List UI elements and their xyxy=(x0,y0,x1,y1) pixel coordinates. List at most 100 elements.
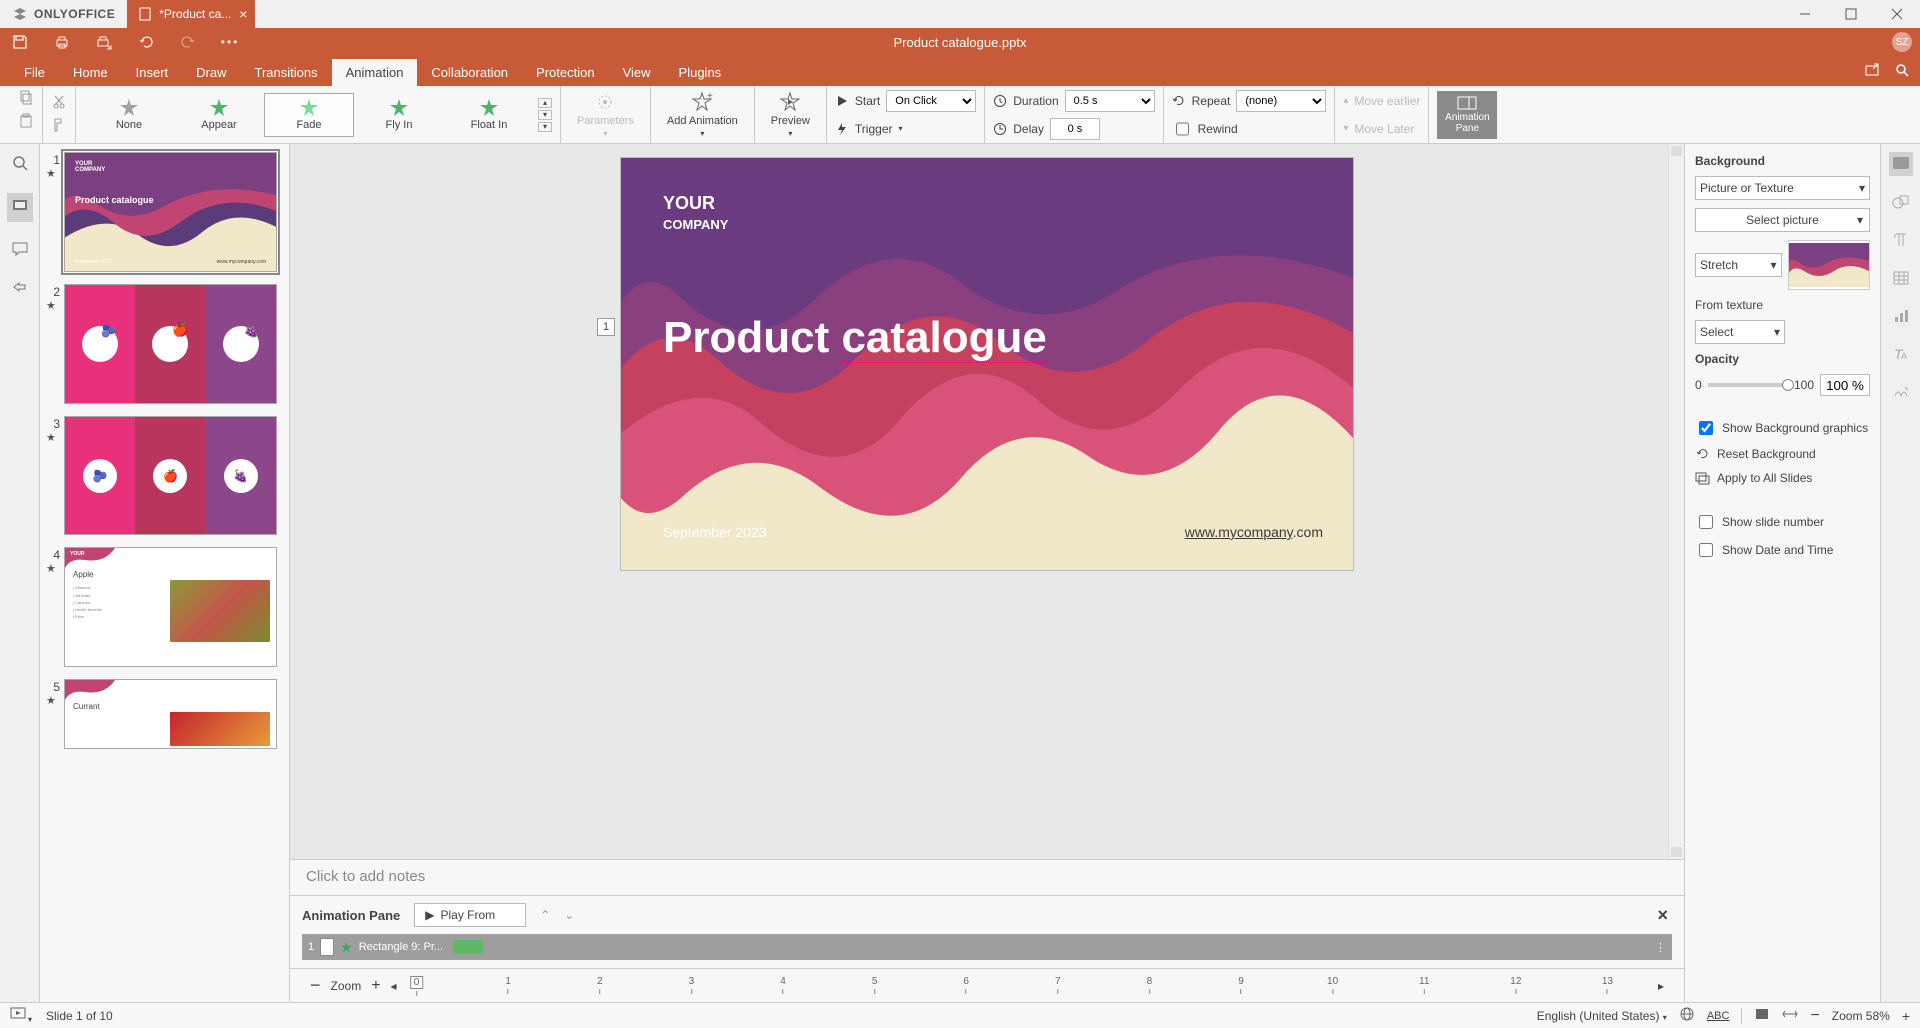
text-settings-icon[interactable]: TA xyxy=(1889,342,1913,366)
close-window-button[interactable] xyxy=(1874,0,1920,28)
anim-indicator-icon: ★ xyxy=(46,167,60,180)
tab-insert[interactable]: Insert xyxy=(122,59,183,86)
show-date-time-checkbox[interactable]: Show Date and Time xyxy=(1695,540,1870,560)
slide-settings-icon[interactable] xyxy=(1889,152,1913,176)
play-from-button[interactable]: ▶Play From xyxy=(414,903,526,927)
reset-bg-button[interactable]: Reset Background xyxy=(1695,446,1870,462)
redo-icon[interactable] xyxy=(176,30,200,54)
preset-float-in[interactable]: Float In xyxy=(444,93,534,137)
zoom-in-status-icon[interactable]: + xyxy=(1902,1008,1910,1024)
move-earlier-button[interactable]: ▴Move earlier xyxy=(1343,89,1420,113)
feedback-icon[interactable] xyxy=(11,279,29,300)
user-avatar[interactable]: SZ xyxy=(1892,32,1912,52)
table-settings-icon[interactable] xyxy=(1889,266,1913,290)
find-icon[interactable] xyxy=(11,154,29,175)
texture-select[interactable]: Select▾ xyxy=(1695,320,1785,344)
duration-select[interactable]: 0.5 s xyxy=(1065,90,1155,112)
repeat-select[interactable]: (none) xyxy=(1236,90,1326,112)
ruler-track[interactable]: 0 1 2 3 4 5 6 7 8 9 10 11 12 13 xyxy=(417,976,1638,996)
paste-icon[interactable] xyxy=(18,113,34,132)
tab-collaboration[interactable]: Collaboration xyxy=(417,59,522,86)
thumb-slide-5[interactable]: Currant xyxy=(64,679,277,749)
open-location-icon[interactable] xyxy=(1864,62,1880,81)
ruler-next-icon[interactable]: ▸ xyxy=(1658,979,1664,993)
comments-icon[interactable] xyxy=(11,240,29,261)
thumb-slide-3[interactable]: 🫐🍎🍇 xyxy=(64,416,277,536)
animation-pane-button[interactable]: Animation Pane xyxy=(1437,91,1497,139)
show-slide-number-checkbox[interactable]: Show slide number xyxy=(1695,512,1870,532)
add-animation-button[interactable]: +Add Animation▾ xyxy=(659,86,746,143)
copy-icon[interactable] xyxy=(18,90,34,109)
print-icon[interactable] xyxy=(50,30,74,54)
delay-input[interactable] xyxy=(1050,118,1100,140)
parameters-button[interactable]: Parameters▾ xyxy=(569,86,642,143)
zoom-out-icon[interactable]: − xyxy=(310,975,321,996)
preset-none[interactable]: None xyxy=(84,93,174,137)
set-lang-icon[interactable] xyxy=(1679,1006,1695,1025)
canvas-scrollbar[interactable] xyxy=(1668,144,1684,859)
signature-settings-icon[interactable] xyxy=(1889,380,1913,404)
thumb-slide-2[interactable]: 🫐🍎🍇 xyxy=(64,284,277,404)
slide-canvas-area[interactable]: 1 YOUR COMPANY xyxy=(290,144,1684,859)
apply-all-button[interactable]: Apply to All Slides xyxy=(1695,470,1870,486)
undo-icon[interactable] xyxy=(134,30,158,54)
tab-home[interactable]: Home xyxy=(59,59,122,86)
zoom-level[interactable]: Zoom 58% xyxy=(1832,1009,1890,1023)
bg-fill-select[interactable]: Picture or Texture▾ xyxy=(1695,176,1870,200)
save-icon[interactable] xyxy=(8,30,32,54)
select-picture-dropdown[interactable]: Select picture▾ xyxy=(1695,208,1870,232)
notes-input[interactable]: Click to add notes xyxy=(290,859,1684,895)
fit-width-icon[interactable] xyxy=(1782,1006,1798,1025)
animation-order-badge[interactable]: 1 xyxy=(597,318,615,336)
anim-prev-icon[interactable]: ⌃ xyxy=(540,908,550,922)
more-icon[interactable]: ••• xyxy=(218,30,242,54)
slide-canvas[interactable]: YOUR COMPANY Product catalogue September… xyxy=(621,158,1353,570)
zoom-out-status-icon[interactable]: − xyxy=(1810,1007,1819,1025)
anim-item-more-icon[interactable]: ⋮ xyxy=(1655,941,1666,954)
preset-appear[interactable]: Appear xyxy=(174,93,264,137)
maximize-button[interactable] xyxy=(1828,0,1874,28)
spellcheck-icon[interactable]: ABC xyxy=(1707,1010,1730,1022)
doc-language[interactable]: English (United States) ▾ xyxy=(1537,1009,1667,1023)
thumb-number: 3 xyxy=(46,416,60,431)
ruler-prev-icon[interactable]: ◂ xyxy=(391,979,397,993)
anim-pane-close-icon[interactable]: × xyxy=(1653,905,1672,926)
tab-view[interactable]: View xyxy=(609,59,665,86)
thumb-slide-1[interactable]: YOURCOMPANY Product catalogue September … xyxy=(64,152,277,272)
zoom-in-icon[interactable]: + xyxy=(371,977,380,995)
tab-file[interactable]: File xyxy=(10,59,59,86)
opacity-slider[interactable] xyxy=(1708,383,1788,387)
preset-fade[interactable]: Fade xyxy=(264,93,354,137)
document-tab[interactable]: *Product ca... × xyxy=(127,0,255,28)
slides-icon[interactable] xyxy=(7,193,33,222)
tab-plugins[interactable]: Plugins xyxy=(665,59,736,86)
preview-button[interactable]: Preview▾ xyxy=(763,86,818,143)
shape-settings-icon[interactable] xyxy=(1889,190,1913,214)
opacity-input[interactable] xyxy=(1820,374,1870,396)
chart-settings-icon[interactable] xyxy=(1889,304,1913,328)
rewind-checkbox[interactable] xyxy=(1176,118,1189,140)
fit-slide-icon[interactable] xyxy=(1754,1006,1770,1025)
close-tab-icon[interactable]: × xyxy=(239,6,247,22)
quick-print-icon[interactable] xyxy=(92,30,116,54)
format-painter-icon[interactable] xyxy=(51,117,67,136)
anim-next-icon[interactable]: ⌄ xyxy=(564,908,574,922)
tab-protection[interactable]: Protection xyxy=(522,59,609,86)
tab-draw[interactable]: Draw xyxy=(182,59,240,86)
thumb-slide-4[interactable]: YOUR Apple | Vitamins| Minerals| Calorie… xyxy=(64,547,277,667)
start-select[interactable]: On Click xyxy=(886,90,976,112)
paragraph-settings-icon[interactable] xyxy=(1889,228,1913,252)
fit-select[interactable]: Stretch▾ xyxy=(1695,253,1782,277)
tab-animation[interactable]: Animation xyxy=(332,59,418,86)
slideshow-icon[interactable]: ▾ xyxy=(10,1006,32,1025)
anim-duration-bar[interactable] xyxy=(453,940,483,954)
minimize-button[interactable] xyxy=(1782,0,1828,28)
search-icon[interactable] xyxy=(1894,62,1910,81)
preset-fly-in[interactable]: Fly In xyxy=(354,93,444,137)
preset-scroll[interactable]: ▴▾▾ xyxy=(534,98,552,132)
show-bg-graphics-checkbox[interactable]: Show Background graphics xyxy=(1695,418,1870,438)
tab-transitions[interactable]: Transitions xyxy=(241,59,332,86)
animation-list-item[interactable]: 1 ★ Rectangle 9: Pr... ⋮ xyxy=(302,934,1672,960)
cut-icon[interactable] xyxy=(51,94,67,113)
move-later-button[interactable]: ▾Move Later xyxy=(1343,117,1420,141)
